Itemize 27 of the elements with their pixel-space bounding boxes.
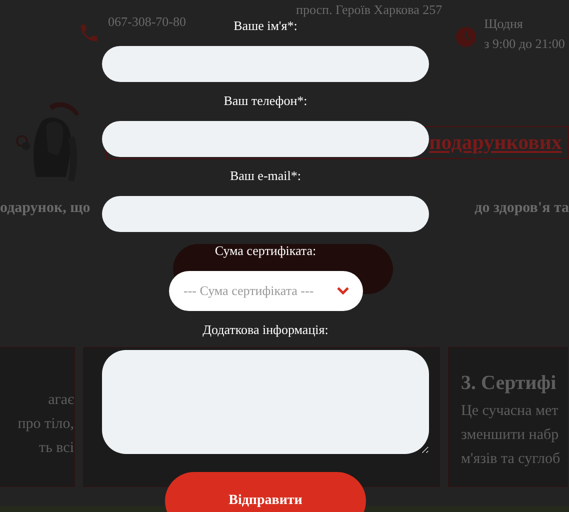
field-label: Ваш e-mail*: <box>230 167 302 185</box>
card-text: агає <box>47 391 74 410</box>
card-text: ть всі <box>38 439 74 458</box>
field-label: Додаткова інформація: <box>202 321 328 339</box>
banner-heading[interactable]: подарункових <box>429 130 562 154</box>
card-title: 3. Сертифі <box>461 372 558 395</box>
card-text: м'язів та суглоб <box>461 450 562 469</box>
card-text: зменшити набр <box>461 426 560 445</box>
input-field[interactable] <box>102 121 429 157</box>
submit-button[interactable]: Відправити <box>165 472 366 512</box>
chevron-down-icon <box>336 287 348 295</box>
contact-text: 067-308-70-80 <box>108 14 186 30</box>
contact-text: з 9:00 до 21:00 <box>484 36 565 52</box>
input-field[interactable] <box>102 46 429 82</box>
contact-text: Щодня <box>484 16 524 32</box>
contact-text: просп. Героїв Харкова 257 <box>296 2 442 18</box>
field-label: Ваш телефон*: <box>224 92 308 110</box>
card-text: Це сучасна мет <box>461 402 560 421</box>
phone-icon <box>78 22 100 44</box>
tagline-text: одарунок, що <box>0 200 90 216</box>
tagline-text: до здоров'я та <box>474 200 569 216</box>
select-field[interactable]: --- Сума сертифіката --- <box>168 271 362 311</box>
field-label: Ваше ім'я*: <box>234 17 298 35</box>
field-label: Сума сертифіката: <box>214 242 316 260</box>
clock-icon <box>456 27 476 47</box>
card-text: про тіло, <box>16 415 74 434</box>
input-field[interactable] <box>102 196 429 232</box>
